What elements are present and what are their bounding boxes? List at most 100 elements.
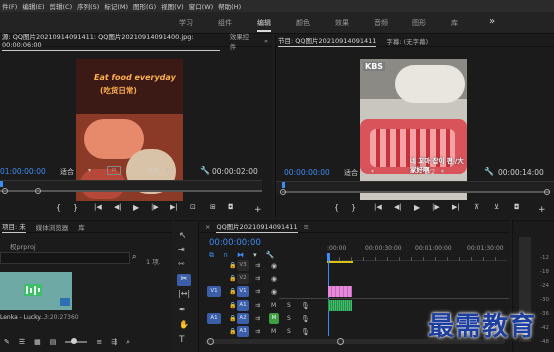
mark-in-icon[interactable]: { xyxy=(56,203,61,212)
program-scrubber[interactable] xyxy=(276,181,554,195)
more-workspaces-icon[interactable]: » xyxy=(489,16,495,27)
sync-lock-icon[interactable]: ⇉ xyxy=(255,315,260,322)
ripple-edit-tool-icon[interactable]: ⇿ xyxy=(178,259,185,268)
panel-menu-icon[interactable]: ≡ xyxy=(304,223,309,231)
dropdown-icon[interactable]: ▾ xyxy=(441,168,444,175)
track-name[interactable]: A1 xyxy=(237,300,249,311)
step-back-icon[interactable]: ◀| xyxy=(394,203,402,211)
find-icon[interactable]: ⌕ xyxy=(126,338,130,347)
menu-help[interactable]: 帮助(H) xyxy=(218,1,241,11)
menu-clip[interactable]: 剪辑(C) xyxy=(50,1,73,11)
sync-lock-icon[interactable]: ⇉ xyxy=(255,302,260,309)
list-view-icon[interactable]: ☰ xyxy=(19,338,25,346)
menu-window[interactable]: 窗口(W) xyxy=(189,1,214,11)
freeform-view-icon[interactable]: ▤ xyxy=(50,338,57,346)
pencil-icon[interactable]: ✎ xyxy=(4,338,10,346)
sync-lock-icon[interactable]: ⇉ xyxy=(255,328,260,335)
playhead[interactable] xyxy=(282,182,285,188)
export-frame-icon[interactable]: ◘ xyxy=(514,203,520,211)
add-button-icon[interactable]: + xyxy=(254,205,262,215)
lock-icon[interactable]: 🔒 xyxy=(229,262,236,269)
source-tab[interactable]: 源: QQ图片20210914091411: QQ图片2021091409140… xyxy=(2,31,220,51)
play-icon[interactable]: ▶ xyxy=(414,203,420,212)
zoom-handle-right[interactable] xyxy=(544,189,550,195)
icon-view-icon[interactable]: ▦ xyxy=(34,338,41,346)
go-to-out-icon[interactable]: ▶| xyxy=(452,203,460,211)
zoom-handle-left[interactable] xyxy=(207,338,214,345)
track-name[interactable]: V3 xyxy=(237,260,249,271)
mute-button[interactable]: M xyxy=(271,328,276,335)
track-name[interactable]: V1 xyxy=(237,286,249,297)
eye-icon[interactable]: ◉ xyxy=(271,288,277,296)
project-tab[interactable]: 项目: 未 xyxy=(2,221,26,233)
workspace-tab-assembly[interactable]: 组件 xyxy=(218,18,232,28)
menu-file[interactable]: 件(F) xyxy=(2,1,17,11)
zoom-handle-left[interactable] xyxy=(280,189,286,195)
workspace-tab-audio[interactable]: 音频 xyxy=(374,18,388,28)
mark-in-icon[interactable]: { xyxy=(334,203,339,212)
solo-button[interactable]: S xyxy=(287,328,291,335)
workspace-tab-editing[interactable]: 编辑 xyxy=(257,18,271,32)
menu-edit[interactable]: 编辑(E) xyxy=(22,1,44,11)
menu-view[interactable]: 视图(V) xyxy=(161,1,184,11)
zoom-handle-left[interactable] xyxy=(2,188,8,194)
program-timecode[interactable]: 00:00:00:00 xyxy=(284,168,330,177)
captions-tab[interactable]: 字幕: (无字幕) xyxy=(386,36,428,46)
solo-button[interactable]: S xyxy=(287,315,291,322)
dropdown-icon[interactable]: ▾ xyxy=(371,168,374,175)
step-forward-icon[interactable]: |▶ xyxy=(151,203,159,211)
hand-tool-icon[interactable]: ✋ xyxy=(179,320,189,329)
effects-controls-tab[interactable]: 效果控件 xyxy=(230,31,254,51)
close-icon[interactable]: × xyxy=(205,223,210,231)
track-name[interactable]: A3 xyxy=(237,326,249,337)
source-resolution-select[interactable]: 1/2 xyxy=(148,167,159,175)
lock-icon[interactable]: 🔒 xyxy=(229,275,236,282)
export-frame-icon[interactable]: ◘ xyxy=(228,203,234,211)
lock-icon[interactable]: 🔒 xyxy=(229,302,236,309)
menu-sequence[interactable]: 序列(S) xyxy=(77,1,99,11)
dropdown-icon[interactable]: ▾ xyxy=(88,167,91,174)
mute-button[interactable]: M xyxy=(269,313,279,324)
automate-icon[interactable]: ⇶ xyxy=(111,338,117,346)
sync-lock-icon[interactable]: ⇉ xyxy=(255,262,260,269)
razor-tool-icon[interactable]: ✂ xyxy=(177,274,191,286)
program-resolution-select[interactable]: 1/2 xyxy=(424,168,435,176)
track-name[interactable]: A2 xyxy=(237,313,249,324)
workspace-tab-libraries[interactable]: 库 xyxy=(451,18,458,28)
extract-icon[interactable]: ⊻ xyxy=(494,203,499,211)
source-timecode[interactable]: 01:00:00:00 xyxy=(0,167,46,176)
source-patch-a1[interactable]: A1 xyxy=(207,313,221,324)
mark-out-icon[interactable]: } xyxy=(73,203,78,212)
microphone-icon[interactable]: 🎙 xyxy=(301,328,310,336)
eye-icon[interactable]: ◉ xyxy=(271,275,277,283)
dropdown-icon[interactable]: ▾ xyxy=(166,167,169,174)
track-select-tool-icon[interactable]: ⇥ xyxy=(178,245,185,254)
mute-button[interactable]: M xyxy=(271,302,276,309)
program-fit-select[interactable]: 适合 xyxy=(344,168,358,178)
microphone-icon[interactable]: 🎙 xyxy=(301,315,310,323)
eye-icon[interactable]: ◉ xyxy=(271,262,277,270)
timeline-timecode[interactable]: 00:00:00:00 xyxy=(209,238,261,248)
lock-icon[interactable]: 🔒 xyxy=(229,288,236,295)
overwrite-icon[interactable]: ⊞ xyxy=(210,203,216,211)
solo-button[interactable]: S xyxy=(287,302,291,309)
sequence-tab[interactable]: QQ图片20210914091411 xyxy=(216,221,298,233)
play-icon[interactable]: ▶ xyxy=(133,203,139,212)
step-back-icon[interactable]: ◀| xyxy=(114,203,122,211)
workspace-tab-graphics[interactable]: 图形 xyxy=(412,18,426,28)
menu-markers[interactable]: 标记(M) xyxy=(104,1,128,11)
program-tab[interactable]: 节目: QQ图片20210914091411 xyxy=(278,35,377,47)
video-clip[interactable] xyxy=(328,286,352,297)
zoom-handle-right[interactable] xyxy=(337,338,344,345)
slip-tool-icon[interactable]: |↔| xyxy=(178,289,190,298)
workspace-tab-color[interactable]: 颜色 xyxy=(296,18,310,28)
lock-icon[interactable]: 🔒 xyxy=(229,315,236,322)
workspace-tab-effects[interactable]: 效果 xyxy=(335,18,349,28)
lift-icon[interactable]: ⊼ xyxy=(474,203,479,211)
media-browser-tab[interactable]: 媒体浏览器 xyxy=(36,222,69,232)
source-scrubber[interactable] xyxy=(0,180,262,194)
project-search-input[interactable] xyxy=(0,252,130,264)
step-forward-icon[interactable]: |▶ xyxy=(432,203,440,211)
aspect-icon[interactable]: ▭ xyxy=(107,166,121,175)
pen-tool-icon[interactable]: ✒ xyxy=(179,305,186,314)
